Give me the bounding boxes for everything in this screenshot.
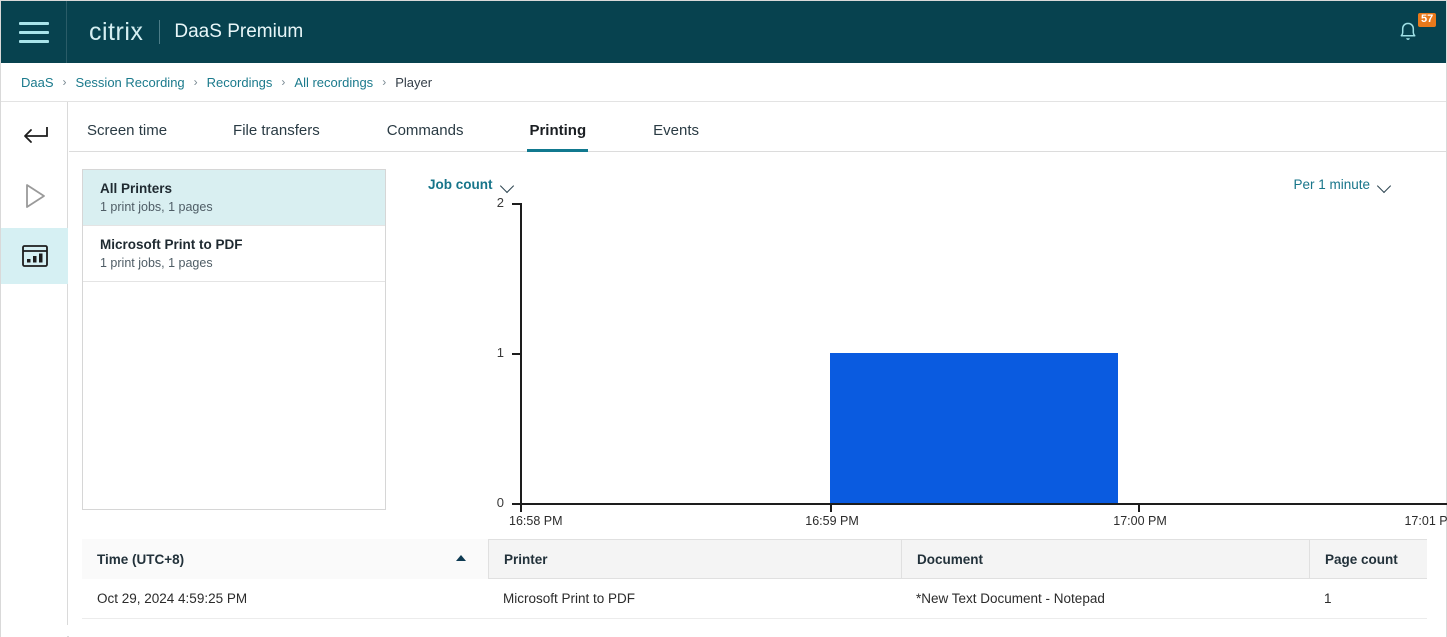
breadcrumb-item-player: Player: [395, 74, 433, 90]
column-header-time-label: Time (UTC+8): [97, 551, 185, 567]
breadcrumb-item-all-recordings[interactable]: All recordings: [294, 75, 373, 90]
y-axis-label: 2: [496, 195, 504, 210]
hamburger-icon[interactable]: [1, 1, 67, 63]
tab-printing[interactable]: Printing: [527, 122, 588, 152]
tab-file-transfers[interactable]: File transfers: [233, 122, 320, 151]
x-axis-label: 17:00 PM: [1113, 514, 1167, 528]
cell-document: *New Text Document - Notepad: [916, 591, 1105, 606]
tab-screen-time[interactable]: Screen time: [87, 122, 167, 151]
metric-dropdown[interactable]: Job count: [428, 177, 515, 192]
citrix-logo-dots: ..: [132, 18, 141, 31]
breadcrumb-item-daas[interactable]: DaaS: [21, 75, 54, 90]
bell-icon: [1398, 21, 1418, 48]
breadcrumb-separator: ›: [281, 75, 286, 89]
breadcrumb: DaaS › Session Recording › Recordings › …: [1, 63, 1446, 102]
chevron-down-icon: [1379, 181, 1392, 189]
chart-bar[interactable]: [830, 353, 1118, 503]
tab-commands[interactable]: Commands: [387, 122, 464, 151]
top-header: citrix .. DaaS Premium 57: [1, 1, 1446, 63]
bottom-strip: [1, 625, 1446, 636]
y-axis-label: 1: [496, 345, 504, 360]
chevron-down-icon: [502, 181, 515, 189]
x-tick: [1138, 504, 1140, 512]
breadcrumb-separator: ›: [382, 75, 387, 89]
breadcrumb-item-session-recording[interactable]: Session Recording: [76, 75, 185, 90]
interval-dropdown[interactable]: Per 1 minute: [1293, 177, 1392, 192]
list-item[interactable]: All Printers 1 print jobs, 1 pages: [83, 170, 385, 226]
print-jobs-table: Time (UTC+8) Printer Document Page count…: [82, 539, 1427, 619]
hamburger-bar: [18, 39, 49, 43]
notifications-button[interactable]: 57: [1392, 13, 1438, 51]
chart-plot-area: 0 1 2 16:58 PM 16:59 PM 17:00 PM 17:01 P…: [414, 195, 1447, 528]
interval-dropdown-label: Per 1 minute: [1293, 177, 1370, 192]
printer-summary: 1 print jobs, 1 pages: [100, 256, 213, 270]
analytics-icon[interactable]: [1, 228, 68, 284]
app-window: citrix .. DaaS Premium 57 DaaS › Session…: [0, 0, 1447, 637]
brand-divider: [159, 20, 161, 44]
column-header-page-count[interactable]: Page count: [1309, 539, 1427, 579]
printer-name: All Printers: [100, 181, 173, 196]
metric-dropdown-label: Job count: [428, 177, 493, 192]
hamburger-bar: [18, 21, 49, 25]
product-title: DaaS Premium: [174, 21, 304, 42]
brand: citrix .. DaaS Premium: [67, 18, 303, 47]
play-icon[interactable]: [1, 168, 68, 224]
breadcrumb-item-recordings[interactable]: Recordings: [207, 75, 273, 90]
citrix-logo: citrix ..: [89, 18, 143, 47]
y-tick: [512, 353, 521, 355]
list-item[interactable]: Microsoft Print to PDF 1 print jobs, 1 p…: [83, 226, 385, 282]
x-axis: [520, 503, 1447, 505]
table-row[interactable]: Oct 29, 2024 4:59:25 PM Microsoft Print …: [82, 579, 1427, 619]
table-header: Time (UTC+8) Printer Document Page count: [82, 539, 1427, 579]
notification-badge: 57: [1418, 13, 1437, 27]
x-tick: [520, 504, 522, 512]
x-axis-label: 16:58 PM: [509, 514, 563, 528]
cell-printer: Microsoft Print to PDF: [503, 591, 636, 606]
y-axis-label: 0: [496, 495, 504, 510]
print-job-chart: Job count Per 1 minute 0 1 2 16:58 PM 16…: [414, 169, 1447, 529]
main-content: Screen time File transfers Commands Prin…: [69, 102, 1447, 637]
x-axis-label: 16:59 PM: [805, 514, 859, 528]
sort-ascending-icon: [456, 555, 466, 561]
column-header-document[interactable]: Document: [901, 539, 1309, 579]
tab-bar: Screen time File transfers Commands Prin…: [69, 102, 1446, 152]
x-tick: [830, 504, 832, 512]
y-tick: [512, 203, 521, 205]
left-rail: [1, 102, 68, 637]
cell-page-count: 1: [1324, 591, 1332, 606]
breadcrumb-separator: ›: [193, 75, 198, 89]
printer-name: Microsoft Print to PDF: [100, 237, 243, 252]
hamburger-bar: [18, 30, 49, 34]
x-axis-label: 17:01 PM: [1404, 514, 1447, 528]
breadcrumb-separator: ›: [62, 75, 67, 89]
tab-events[interactable]: Events: [653, 122, 699, 151]
printer-list: All Printers 1 print jobs, 1 pages Micro…: [82, 169, 386, 510]
column-header-printer[interactable]: Printer: [488, 539, 901, 579]
back-arrow-icon[interactable]: [1, 108, 68, 164]
column-header-time[interactable]: Time (UTC+8): [82, 539, 488, 579]
cell-time: Oct 29, 2024 4:59:25 PM: [97, 591, 248, 606]
printer-summary: 1 print jobs, 1 pages: [100, 200, 213, 214]
